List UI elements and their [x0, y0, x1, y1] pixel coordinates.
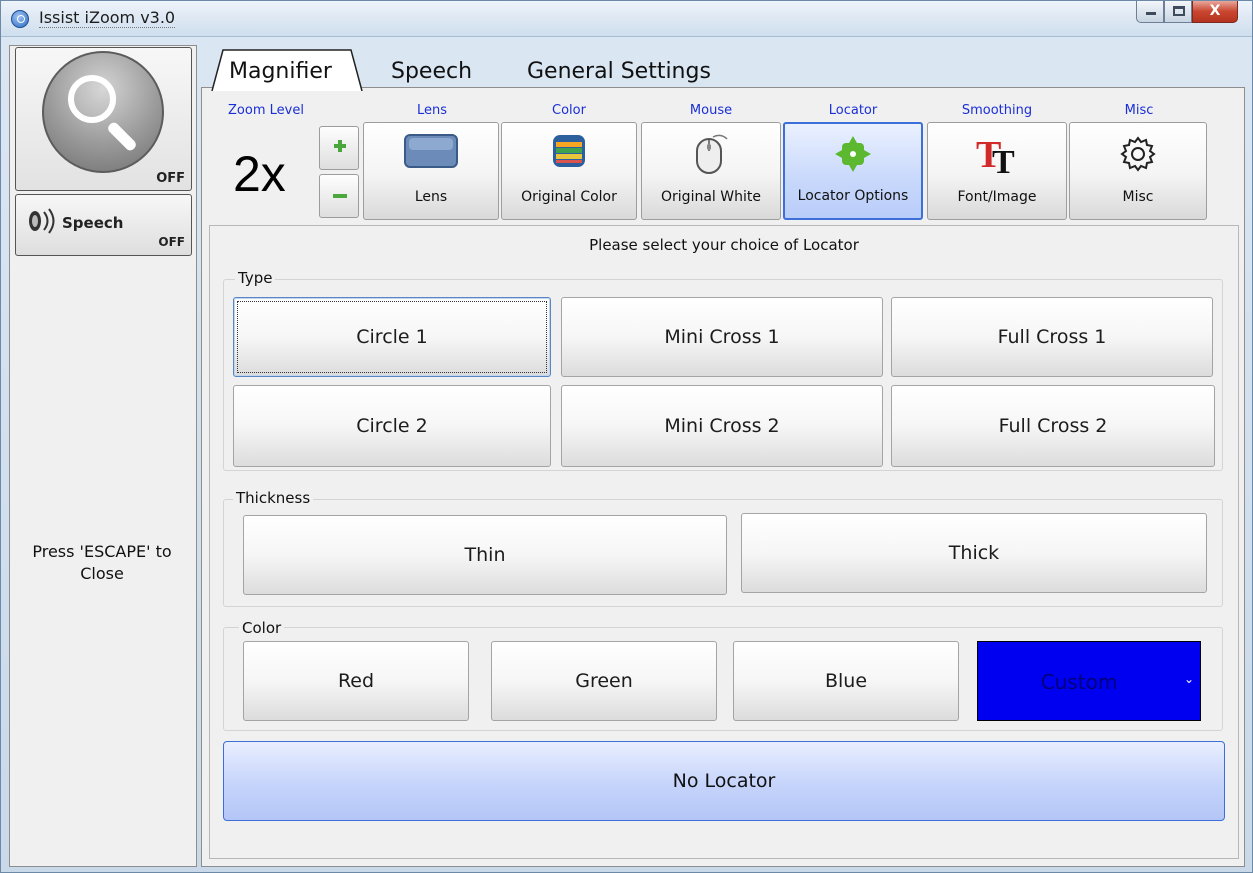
escape-hint: Press 'ESCAPE' to Close [32, 542, 172, 583]
smoothing-group-label: Smoothing [961, 103, 1033, 118]
tab-speech[interactable]: Speech [391, 55, 472, 91]
color-icon [553, 135, 585, 167]
thickness-label: Thickness [233, 489, 314, 507]
misc-button[interactable]: Misc [1069, 122, 1207, 220]
mouse-button[interactable]: Original White [641, 122, 781, 220]
minimize-icon [1146, 12, 1156, 15]
red-button[interactable]: Red [243, 641, 469, 721]
speech-label: Speech [62, 214, 124, 232]
full-cross-1-button[interactable]: Full Cross 1 [891, 297, 1213, 377]
speech-toggle-button[interactable]: Speech OFF [15, 194, 192, 256]
smoothing-button[interactable]: T T Font/Image [927, 122, 1067, 220]
zoom-out-button[interactable] [319, 174, 359, 218]
color-label: Color [239, 619, 285, 637]
circle-2-button[interactable]: Circle 2 [233, 385, 551, 467]
app-window: Issist iZoom v3.0 X OFF Speech OFF Press… [0, 0, 1253, 873]
zoom-in-button[interactable] [319, 126, 359, 170]
app-magnifier-icon [11, 10, 29, 28]
chevron-down-icon: ⌄ [1183, 672, 1194, 686]
close-icon: X [1209, 3, 1221, 19]
type-label: Type [235, 269, 276, 287]
maximize-icon [1173, 6, 1185, 16]
lens-button[interactable]: Lens [363, 122, 499, 220]
close-button[interactable]: X [1192, 1, 1238, 23]
title-bar[interactable]: Issist iZoom v3.0 X [1, 1, 1252, 37]
tab-strip: Magnifier Speech General Settings [201, 45, 1245, 91]
window-controls: X [1136, 1, 1238, 23]
color-group-label: Color [552, 103, 586, 118]
full-cross-2-button[interactable]: Full Cross 2 [891, 385, 1215, 467]
mini-cross-1-button[interactable]: Mini Cross 1 [561, 297, 883, 377]
blue-button[interactable]: Blue [733, 641, 959, 721]
svg-text:T: T [992, 144, 1015, 177]
circle-1-button[interactable]: Circle 1 [233, 297, 551, 377]
minimize-button[interactable] [1136, 1, 1164, 23]
custom-color-select[interactable]: Custom ⌄ [977, 641, 1201, 721]
font-smoothing-icon: T T [976, 134, 1015, 177]
minus-icon [333, 194, 347, 198]
mini-cross-2-button[interactable]: Mini Cross 2 [561, 385, 883, 467]
thick-button[interactable]: Thick [741, 513, 1207, 593]
misc-group-label: Misc [1124, 103, 1154, 118]
speech-state: OFF [158, 235, 185, 249]
no-locator-button[interactable]: No Locator [223, 741, 1225, 821]
magnifier-toggle-button[interactable]: OFF [15, 47, 192, 191]
tab-magnifier[interactable]: Magnifier [229, 55, 332, 91]
zoom-level-label: Zoom Level [228, 103, 304, 118]
speaker-icon [29, 208, 55, 234]
locator-button[interactable]: Locator Options [783, 122, 923, 220]
magnifier-icon [42, 51, 164, 173]
plus-icon [334, 140, 346, 152]
color-button[interactable]: Original Color [501, 122, 637, 220]
zoom-value: 2x [233, 146, 286, 202]
locator-group-label: Locator [828, 103, 878, 118]
magnifier-state: OFF [156, 171, 185, 186]
maximize-button[interactable] [1164, 1, 1192, 23]
lens-group-label: Lens [416, 103, 448, 118]
lens-icon [404, 134, 458, 168]
locator-prompt: Please select your choice of Locator [589, 236, 859, 254]
mouse-icon [696, 134, 728, 174]
gear-icon [1120, 136, 1156, 172]
locator-icon [835, 136, 871, 172]
tab-general-settings[interactable]: General Settings [527, 55, 711, 91]
window-title: Issist iZoom v3.0 [39, 8, 176, 28]
thin-button[interactable]: Thin [243, 515, 727, 595]
custom-color-value: Custom [1040, 670, 1118, 694]
mouse-group-label: Mouse [689, 103, 733, 118]
green-button[interactable]: Green [491, 641, 717, 721]
